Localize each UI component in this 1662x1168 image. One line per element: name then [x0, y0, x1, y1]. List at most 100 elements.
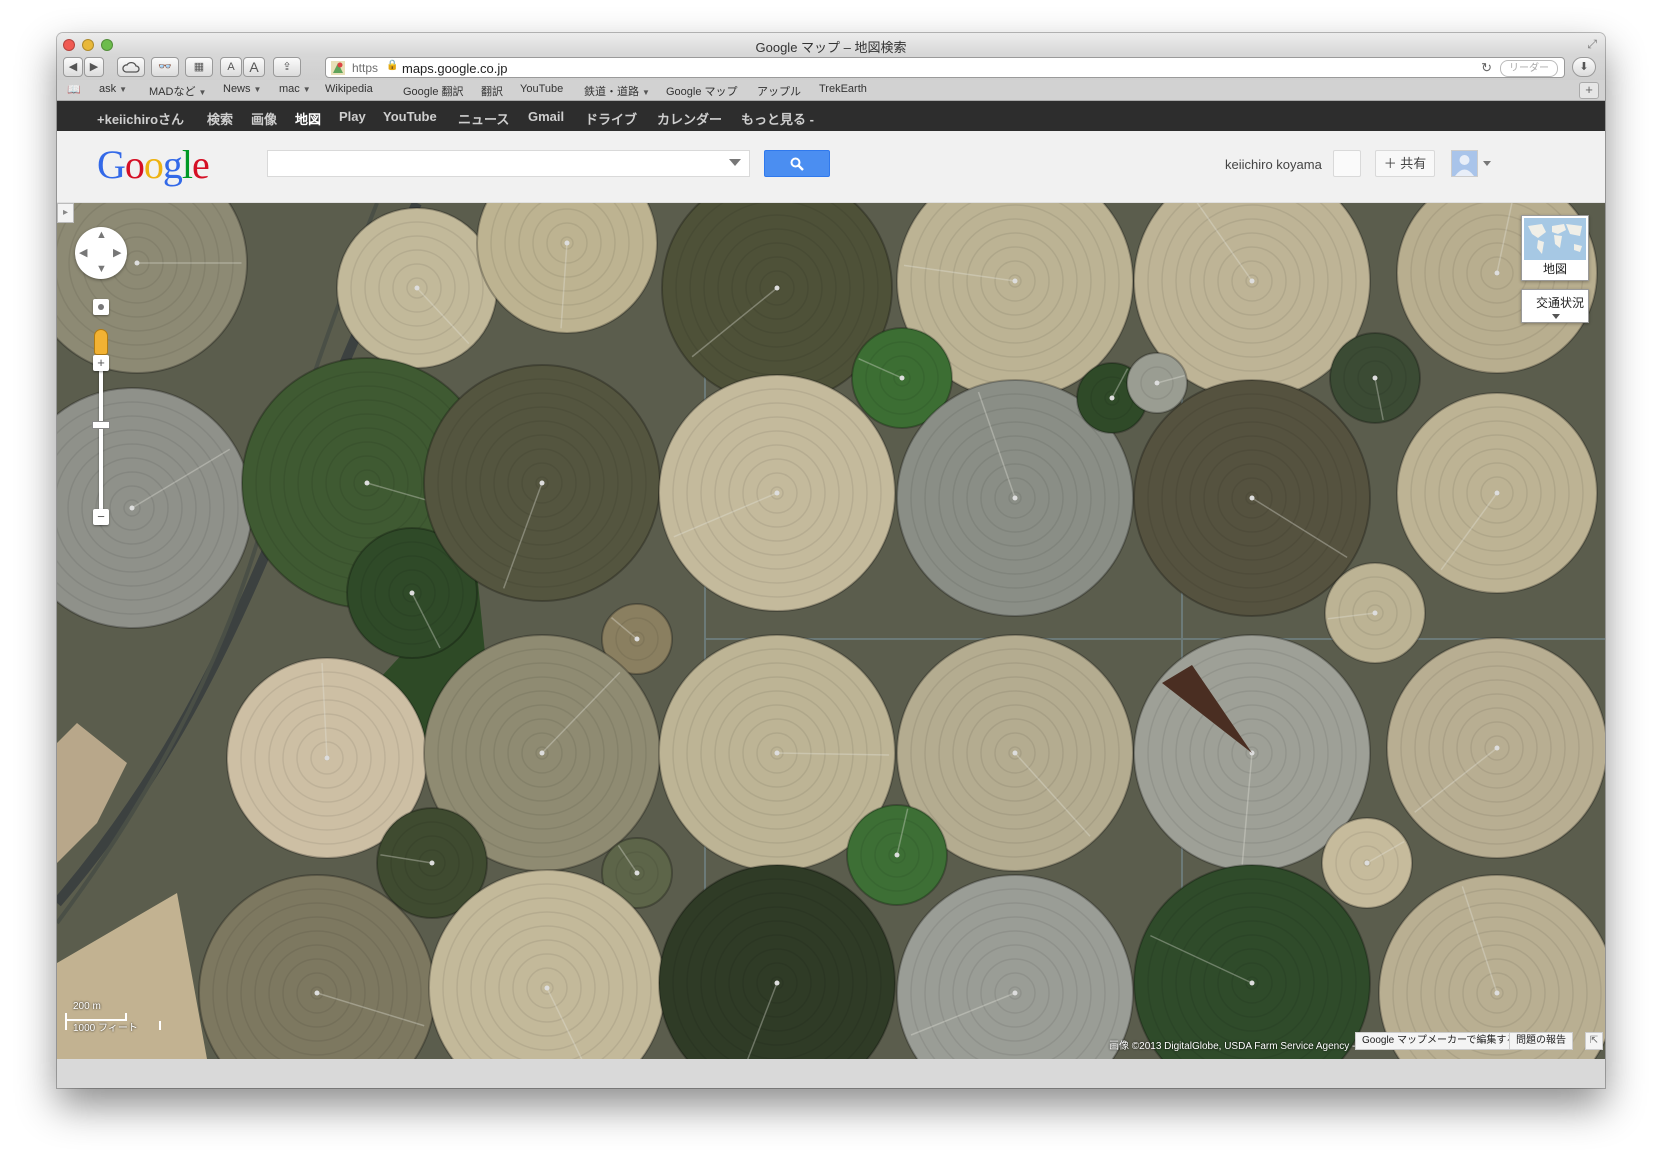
search-button[interactable] — [764, 150, 830, 177]
scale-metric: 200 m — [73, 1001, 101, 1012]
expand-corner-icon[interactable]: ⇱ — [1585, 1032, 1603, 1050]
avatar[interactable] — [1451, 150, 1478, 177]
gbar-images[interactable]: 画像 — [251, 109, 277, 128]
share-icon: ⇪ — [282, 61, 292, 73]
pivot-hub — [414, 285, 420, 291]
gbar-news[interactable]: ニュース — [458, 109, 509, 128]
pivot-hub — [544, 985, 550, 991]
pivot-hub — [429, 860, 435, 866]
gbar-drive[interactable]: ドライブ — [585, 109, 637, 128]
gbar-search[interactable]: 検索 — [207, 109, 233, 128]
pan-down-icon[interactable]: ▼ — [96, 263, 107, 275]
downloads-button[interactable]: ⬇ — [1572, 57, 1596, 77]
new-tab-button[interactable]: + — [1579, 82, 1599, 99]
bookmark-mac[interactable]: mac ▼ — [279, 83, 311, 95]
bookmark-wikipedia[interactable]: Wikipedia — [325, 83, 373, 95]
traffic-control[interactable]: 交通状況 — [1521, 289, 1589, 323]
bookmark-rail-road[interactable]: 鉄道・道路 ▼ — [584, 83, 650, 99]
forward-button[interactable]: ▶ — [84, 57, 104, 77]
report-problem-link[interactable]: 問題の報告 — [1509, 1032, 1573, 1050]
search-input[interactable] — [274, 151, 718, 177]
pegman-icon[interactable] — [94, 329, 108, 355]
pivot-hub — [314, 990, 320, 996]
url-scheme: https — [352, 61, 379, 75]
zoom-out-button[interactable]: − — [93, 509, 109, 525]
pivot-hub — [539, 480, 545, 486]
chevron-down-icon — [1552, 314, 1560, 319]
pivot-hub — [1372, 610, 1378, 616]
gbar-maps[interactable]: 地図 — [295, 109, 321, 128]
avatar-silhouette-icon — [1452, 151, 1477, 176]
reader-button[interactable]: リーダー — [1500, 60, 1558, 77]
pivot-hub — [1364, 860, 1370, 866]
pivot-hub — [1494, 270, 1500, 276]
gbar-play[interactable]: Play — [339, 109, 366, 124]
bookmark-trekearth[interactable]: TrekEarth — [819, 83, 867, 95]
scale-imperial: 1000 フィート — [73, 1023, 138, 1034]
pivot-hub — [894, 852, 900, 858]
pan-up-icon[interactable]: ▲ — [96, 229, 107, 241]
font-smaller-button[interactable]: A — [220, 57, 242, 77]
pan-control[interactable]: ▲ ◀ ▶ ▼ — [75, 227, 127, 279]
edit-in-map-maker-link[interactable]: Google マップメーカーで編集する — [1355, 1032, 1524, 1050]
user-name[interactable]: keiichiro koyama — [1225, 157, 1322, 172]
address-bar[interactable]: https 🔒 maps.google.co.jp ↻ リーダー — [325, 57, 1565, 78]
fullscreen-icon[interactable]: ⤢ — [1587, 37, 1597, 52]
gbar-gmail[interactable]: Gmail — [528, 109, 564, 124]
google-logo[interactable]: Google — [97, 141, 210, 188]
font-larger-button[interactable]: A — [243, 57, 265, 77]
bookmarks-icon[interactable]: 📖 — [67, 83, 81, 96]
download-icon: ⬇ — [1579, 61, 1589, 73]
bookmark-ask[interactable]: ask ▼ — [99, 83, 127, 95]
pivot-hub — [409, 590, 415, 596]
title-bar: Google マップ – 地図検索 ⤢ — [57, 33, 1605, 55]
pivot-hub — [1249, 278, 1255, 284]
satellite-map[interactable]: ▸ ▲ ◀ ▶ ▼ + − 地図 交通状況 200 m 1000 フィート 画像… — [57, 203, 1605, 1059]
satellite-imagery[interactable] — [57, 203, 1605, 1059]
gbar-calendar[interactable]: カレンダー — [657, 109, 722, 128]
bookmark-google-translate[interactable]: Google 翻訳 — [403, 83, 464, 99]
icloud-icon — [122, 61, 140, 73]
pivot-hub — [1109, 395, 1115, 401]
gbar-more[interactable]: もっと見る - — [741, 109, 814, 128]
top-sites-button[interactable]: ▦ — [185, 57, 213, 77]
gbar-profile[interactable]: +keiichiroさん — [97, 109, 184, 128]
zoom-in-button[interactable]: + — [93, 355, 109, 371]
search-box[interactable] — [267, 150, 750, 177]
gbar-youtube[interactable]: YouTube — [383, 109, 437, 124]
pivot-hub — [1154, 380, 1160, 386]
bookmark-translate[interactable]: 翻訳 — [481, 83, 503, 99]
pivot-hub — [1249, 980, 1255, 986]
avatar-chevron-down-icon[interactable] — [1483, 161, 1491, 166]
back-button[interactable]: ◀ — [63, 57, 83, 77]
pan-right-icon[interactable]: ▶ — [113, 246, 121, 259]
reading-list-icon: 👓 — [158, 61, 172, 73]
browser-toolbar: ◀ ▶ 👓 ▦ A A ⇪ https 🔒 maps.google.co.jp … — [57, 55, 1605, 80]
reading-list-button[interactable]: 👓 — [151, 57, 179, 77]
icloud-tabs-button[interactable] — [117, 57, 145, 77]
share-page-button[interactable]: ⇪ — [273, 57, 301, 77]
pan-left-icon[interactable]: ◀ — [79, 246, 87, 259]
pivot-hub — [539, 750, 545, 756]
side-panel-toggle[interactable]: ▸ — [57, 203, 74, 223]
zoom-slider-thumb[interactable] — [92, 421, 110, 429]
bookmark-news[interactable]: News ▼ — [223, 83, 261, 95]
back-icon: ◀ — [68, 61, 78, 73]
bookmarks-bar: 📖 ask ▼ MADなど ▼ News ▼ mac ▼ Wikipedia Googl… — [57, 80, 1605, 101]
pivot-hub — [134, 260, 140, 266]
bookmark-apple[interactable]: アップル — [757, 83, 801, 99]
bookmark-mad[interactable]: MADなど ▼ — [149, 83, 206, 99]
notifications-button[interactable] — [1333, 150, 1361, 177]
bookmark-youtube[interactable]: YouTube — [520, 83, 563, 95]
pivot-hub — [1372, 375, 1378, 381]
pivot-hub — [129, 505, 135, 511]
pivot-hub — [774, 980, 780, 986]
reset-view-button[interactable] — [93, 299, 109, 315]
bookmark-google-maps[interactable]: Google マップ — [666, 83, 738, 99]
map-type-control[interactable]: 地図 — [1521, 215, 1589, 281]
share-button[interactable]: ＋ 共有 — [1375, 150, 1435, 177]
site-favicon — [331, 61, 345, 75]
chevron-down-icon[interactable] — [729, 159, 741, 166]
reload-icon[interactable]: ↻ — [1481, 60, 1492, 76]
zoom-slider[interactable] — [99, 363, 103, 525]
